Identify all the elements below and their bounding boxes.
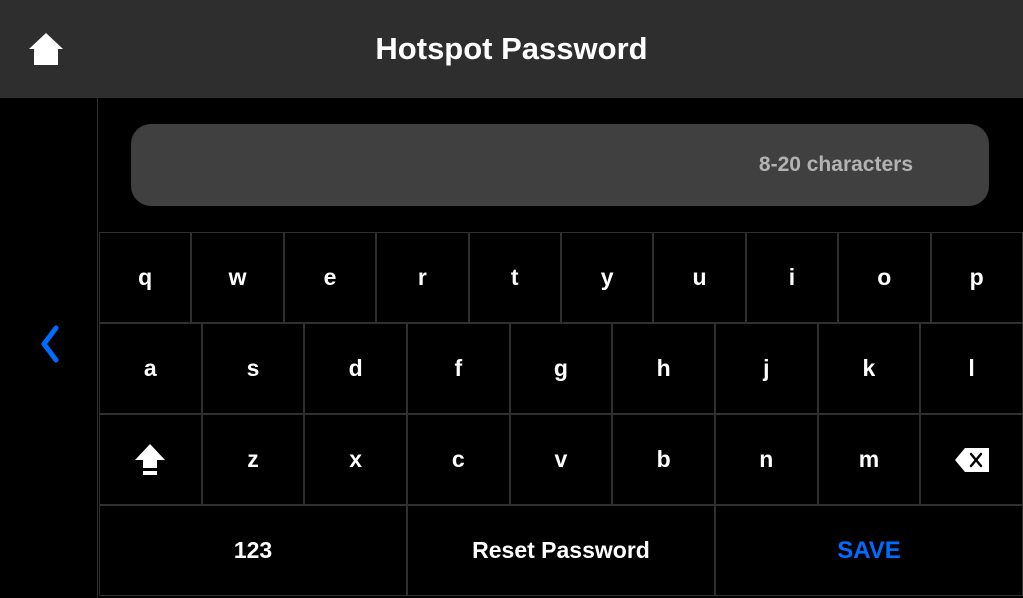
keyboard-row-2: a s d f g h j k l bbox=[99, 323, 1023, 414]
key-k[interactable]: k bbox=[818, 323, 921, 414]
key-r[interactable]: r bbox=[376, 232, 468, 323]
key-x[interactable]: x bbox=[304, 414, 407, 505]
key-d[interactable]: d bbox=[304, 323, 407, 414]
key-m[interactable]: m bbox=[818, 414, 921, 505]
keyboard-row-4: 123 Reset Password SAVE bbox=[99, 505, 1023, 596]
key-g[interactable]: g bbox=[510, 323, 613, 414]
key-w[interactable]: w bbox=[191, 232, 283, 323]
placeholder-text: 8-20 characters bbox=[759, 153, 913, 177]
key-i[interactable]: i bbox=[746, 232, 838, 323]
back-button[interactable] bbox=[38, 324, 60, 369]
key-j[interactable]: j bbox=[715, 323, 818, 414]
keyboard-row-1: q w e r t y u i o p bbox=[99, 232, 1023, 323]
key-s[interactable]: s bbox=[202, 323, 305, 414]
key-v[interactable]: v bbox=[510, 414, 613, 505]
key-o[interactable]: o bbox=[838, 232, 930, 323]
key-p[interactable]: p bbox=[931, 232, 1023, 323]
home-icon bbox=[29, 33, 63, 65]
key-b[interactable]: b bbox=[612, 414, 715, 505]
backspace-icon bbox=[955, 448, 989, 472]
main: 8-20 characters q w e r t y u i o p a s … bbox=[99, 98, 1023, 598]
key-q[interactable]: q bbox=[99, 232, 191, 323]
key-shift[interactable] bbox=[99, 414, 202, 505]
input-container: 8-20 characters bbox=[99, 98, 1023, 232]
key-save[interactable]: SAVE bbox=[715, 505, 1023, 596]
key-u[interactable]: u bbox=[653, 232, 745, 323]
password-input[interactable]: 8-20 characters bbox=[131, 124, 989, 206]
key-backspace[interactable] bbox=[920, 414, 1023, 505]
key-z[interactable]: z bbox=[202, 414, 305, 505]
chevron-left-icon bbox=[38, 324, 60, 364]
page-title: Hotspot Password bbox=[0, 31, 1023, 67]
key-y[interactable]: y bbox=[561, 232, 653, 323]
header: Hotspot Password bbox=[0, 0, 1023, 98]
home-button[interactable] bbox=[28, 31, 64, 67]
key-reset-password[interactable]: Reset Password bbox=[407, 505, 715, 596]
key-l[interactable]: l bbox=[920, 323, 1023, 414]
key-numeric[interactable]: 123 bbox=[99, 505, 407, 596]
key-n[interactable]: n bbox=[715, 414, 818, 505]
key-t[interactable]: t bbox=[469, 232, 561, 323]
key-e[interactable]: e bbox=[284, 232, 376, 323]
key-c[interactable]: c bbox=[407, 414, 510, 505]
keyboard-row-3: z x c v b n m bbox=[99, 414, 1023, 505]
key-f[interactable]: f bbox=[407, 323, 510, 414]
key-a[interactable]: a bbox=[99, 323, 202, 414]
keyboard: q w e r t y u i o p a s d f g h j k l bbox=[99, 232, 1023, 596]
sidebar bbox=[0, 98, 98, 598]
shift-icon bbox=[135, 444, 165, 476]
key-h[interactable]: h bbox=[612, 323, 715, 414]
